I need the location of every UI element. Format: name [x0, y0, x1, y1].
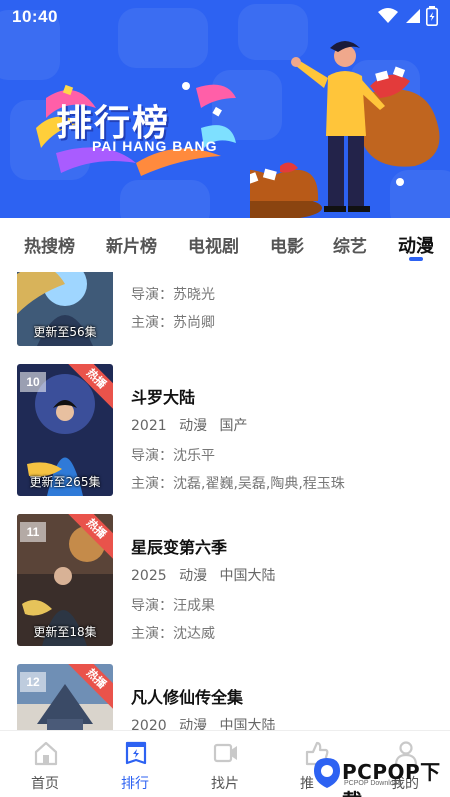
item-title[interactable]: 凡人修仙传全集	[131, 684, 284, 708]
item-meta: 2021 动漫 国产	[131, 415, 345, 435]
item-genre: 动漫	[179, 418, 208, 434]
rank-number: 11	[20, 522, 46, 542]
item-meta: 2020 动漫 中国大陆	[131, 715, 284, 730]
item-genre: 动漫	[179, 568, 208, 584]
home-icon	[34, 741, 58, 766]
poster-image[interactable]: 11 热播 更新至18集	[17, 514, 113, 646]
tab-anime[interactable]: 动漫	[398, 232, 434, 258]
list-item[interactable]: 12 热播 凡人修仙传全集 2020 动漫 中国大陆	[0, 664, 450, 730]
video-camera-icon	[213, 743, 237, 763]
ranking-list: 更新至56集 导演：苏晓光 主演：苏尚卿 10 热播 更新至265集 斗罗大陆 …	[0, 272, 450, 730]
item-title[interactable]: 斗罗大陆	[131, 384, 345, 408]
item-cast: 主演：沈达威	[131, 626, 215, 642]
list-item[interactable]: 10 热播 更新至265集 斗罗大陆 2021 动漫 国产 导演：沈乐平 主演：…	[0, 364, 450, 498]
nav-find-label: 找片	[211, 776, 239, 792]
item-year: 2025	[131, 568, 167, 584]
item-cast: 主演：沈磊,翟巍,吴磊,陶典,程玉珠	[131, 476, 345, 492]
episode-update-label: 更新至18集	[33, 625, 97, 639]
rank-number: 10	[20, 372, 46, 392]
watermark-text: PCPOP下载	[342, 760, 441, 797]
item-info: 凡人修仙传全集 2020 动漫 中国大陆	[131, 684, 284, 730]
ranking-banner: 10:40 排行榜 PAI HANG BANG	[0, 0, 450, 218]
tab-hot-search[interactable]: 热搜榜	[24, 232, 75, 257]
watermark-subtext: PCPOP Download	[344, 780, 402, 787]
item-info: 星辰变第六季 2025 动漫 中国大陆 导演：汪成果 主演：沈达威	[131, 534, 284, 643]
item-info: 斗罗大陆 2021 动漫 国产 导演：沈乐平 主演：沈磊,翟巍,吴磊,陶典,程玉…	[131, 384, 345, 493]
category-tabs: 热搜榜 新片榜 电视剧 电影 综艺 动漫	[0, 218, 450, 272]
tab-movies[interactable]: 电影	[270, 232, 304, 257]
item-director: 导演：苏晓光	[131, 287, 215, 303]
poster-image[interactable]: 12 热播	[17, 664, 113, 730]
status-icons	[378, 6, 438, 26]
poster-image[interactable]: 10 热播 更新至265集	[17, 364, 113, 496]
banner-tile	[120, 180, 210, 218]
item-region: 中国大陆	[219, 718, 276, 730]
item-year: 2021	[131, 418, 167, 434]
list-item[interactable]: 更新至56集 导演：苏晓光 主演：苏尚卿	[0, 272, 450, 348]
poster-image[interactable]: 更新至56集	[17, 272, 113, 346]
tab-tv-series[interactable]: 电视剧	[188, 232, 239, 257]
list-item[interactable]: 11 热播 更新至18集 星辰变第六季 2025 动漫 中国大陆 导演：汪成果 …	[0, 514, 450, 648]
item-year: 2020	[131, 718, 167, 730]
item-info: 导演：苏晓光 主演：苏尚卿	[131, 284, 215, 332]
pcpop-logo-icon	[314, 758, 340, 788]
tab-new-releases[interactable]: 新片榜	[106, 232, 157, 257]
active-tab-indicator	[409, 257, 423, 261]
ranking-icon	[125, 741, 147, 765]
item-title[interactable]: 星辰变第六季	[131, 534, 284, 558]
wifi-icon	[378, 8, 398, 23]
tab-variety[interactable]: 综艺	[333, 232, 367, 257]
nav-home-label: 首页	[31, 776, 59, 792]
status-time: 10:40	[12, 7, 58, 26]
item-cast: 主演：苏尚卿	[131, 315, 215, 331]
nav-ranking-label: 排行	[121, 776, 149, 792]
episode-update-label: 更新至265集	[29, 475, 101, 489]
item-meta: 2025 动漫 中国大陆	[131, 565, 284, 585]
episode-update-label: 更新至56集	[33, 325, 97, 339]
nav-ranking[interactable]: 排行	[90, 731, 180, 797]
item-region: 国产	[219, 418, 248, 434]
item-genre: 动漫	[179, 718, 208, 730]
mascot-illustration	[250, 41, 440, 218]
banner-subtitle: PAI HANG BANG	[92, 138, 218, 154]
item-director: 导演：沈乐平	[131, 448, 215, 464]
pcpop-watermark: PCPOP下载 PCPOP Download	[306, 752, 450, 797]
nav-find[interactable]: 找片	[180, 731, 270, 797]
item-region: 中国大陆	[219, 568, 276, 584]
signal-icon	[406, 9, 420, 23]
battery-icon	[426, 6, 438, 26]
item-director: 导演：汪成果	[131, 598, 215, 614]
status-bar: 10:40	[0, 0, 450, 34]
rank-number: 12	[20, 672, 46, 692]
nav-home[interactable]: 首页	[0, 731, 90, 797]
